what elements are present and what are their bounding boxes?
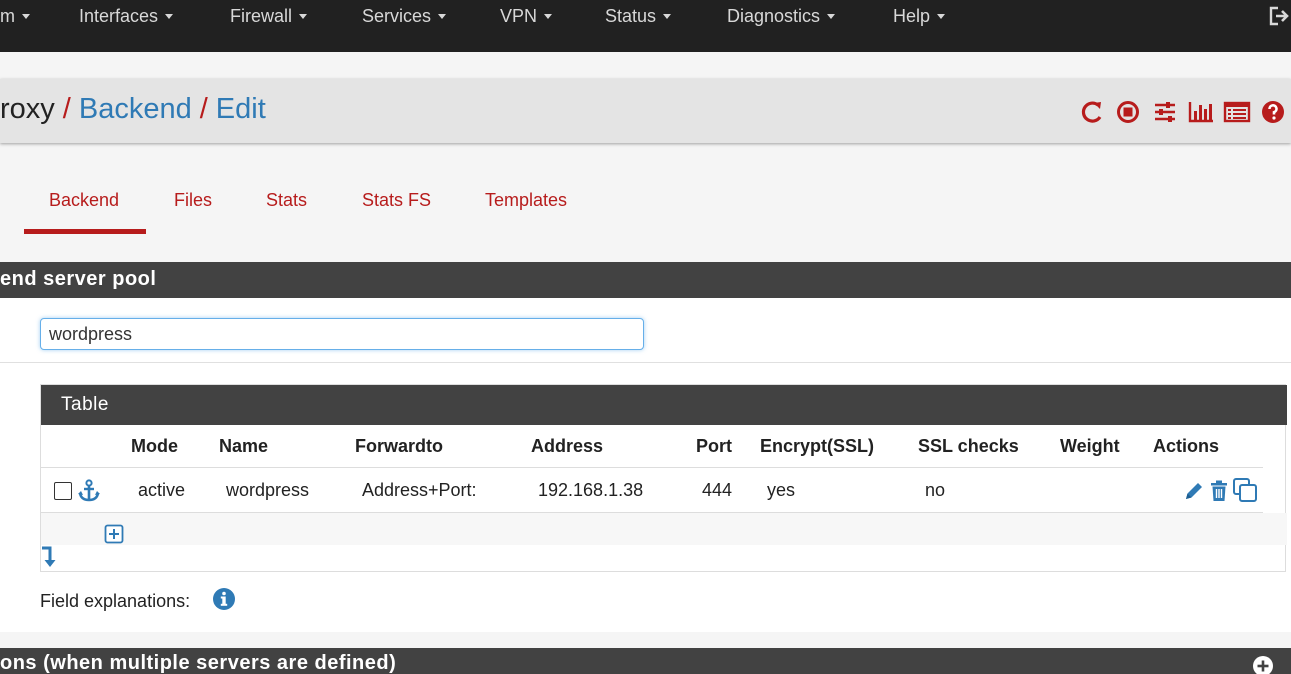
column-header-forwardto: Forwardto [355,436,443,456]
caret-down-icon [299,14,308,19]
stop-icon[interactable] [1115,99,1143,125]
column-header-address: Address [531,436,604,456]
edit-pencil-icon[interactable] [1183,480,1205,502]
table-panel-title: Table [61,394,109,415]
tab-stats-fs[interactable]: Stats FS [362,190,431,211]
section-title: ons (when multiple servers are defined) [0,652,397,674]
column-header-name: Name [219,436,269,456]
caret-down-icon [937,14,946,19]
breadcrumb-backend-link[interactable]: Backend [79,93,192,125]
nav-interfaces-menu[interactable]: Interfaces [79,6,174,27]
breadcrumb-edit-link[interactable]: Edit [216,93,266,125]
arrow-down-turn-icon[interactable] [41,546,57,568]
tab-stats[interactable]: Stats [266,190,307,211]
column-header-mode: Mode [131,436,178,456]
table-row: active wordpress Address+Port: 192.168.1… [41,467,1263,513]
stats-bar-chart-icon[interactable] [1187,99,1215,125]
sign-out-icon[interactable] [1269,6,1291,26]
caret-down-icon [165,14,174,19]
caret-down-icon [438,14,447,19]
cell-encrypt: yes [767,480,796,500]
nav-firewall-menu[interactable]: Firewall [230,6,308,27]
nav-diagnostics-menu[interactable]: Diagnostics [727,6,836,27]
help-icon[interactable] [1259,99,1287,125]
column-header-ssl-checks: SSL checks [918,436,1019,456]
row-divider [0,362,1291,363]
breadcrumb-separator: / [62,93,71,125]
section-header-server-pool: end server pool [0,262,1291,298]
add-row-area [41,513,1287,545]
tab-backend[interactable]: Backend [49,190,119,211]
backend-name-input[interactable] [40,318,644,350]
caret-down-icon [827,14,836,19]
log-list-icon[interactable] [1223,99,1251,125]
column-header-actions: Actions [1153,436,1220,456]
caret-down-icon [663,14,672,19]
top-navbar: m Interfaces Firewall Services VPN Statu… [0,0,1291,52]
breadcrumb-bar: roxy / Backend / Edit [0,79,1291,143]
breadcrumb-separator: / [199,93,208,125]
nav-system-menu[interactable]: m [0,6,30,27]
nav-help-menu[interactable]: Help [893,6,946,27]
cell-mode: active [138,480,186,500]
nav-services-menu[interactable]: Services [362,6,447,27]
tab-files[interactable]: Files [174,190,212,211]
column-header-encrypt-ssl: Encrypt(SSL) [760,436,875,456]
nav-vpn-menu[interactable]: VPN [500,6,553,27]
restart-icon[interactable] [1079,99,1107,125]
expand-plus-circle-icon[interactable] [1252,655,1274,674]
settings-sliders-icon[interactable] [1151,99,1179,125]
nav-status-menu[interactable]: Status [605,6,672,27]
active-tab-indicator [24,229,146,234]
tab-templates[interactable]: Templates [485,190,567,211]
column-header-port: Port [696,436,732,456]
anchor-icon[interactable] [77,479,101,503]
breadcrumb: roxy / Backend / Edit [0,93,266,126]
cell-ssl-checks: no [925,480,946,500]
add-row-plus-icon[interactable] [104,524,124,544]
cell-address: 192.168.1.38 [538,480,644,500]
cell-port: 444 [702,480,733,500]
section-title: end server pool [0,268,157,290]
cell-name: wordpress [226,480,310,500]
breadcrumb-icons [1079,99,1287,125]
info-icon[interactable] [212,587,236,611]
breadcrumb-haproxy[interactable]: roxy [0,93,55,125]
column-header-weight: Weight [1060,436,1120,456]
delete-trash-icon[interactable] [1209,479,1229,503]
caret-down-icon [22,14,30,19]
section-header-balance-options: ons (when multiple servers are defined) [0,648,1291,674]
caret-down-icon [544,14,553,19]
field-explanations-label: Field explanations: [40,591,191,611]
server-table-panel: Table Mode Name Forwardto Address Port E… [40,384,1287,572]
copy-clone-icon[interactable] [1232,477,1258,503]
cell-forwardto: Address+Port: [362,480,477,500]
row-select-checkbox[interactable] [54,482,72,500]
table-panel-header: Table [41,385,1287,425]
